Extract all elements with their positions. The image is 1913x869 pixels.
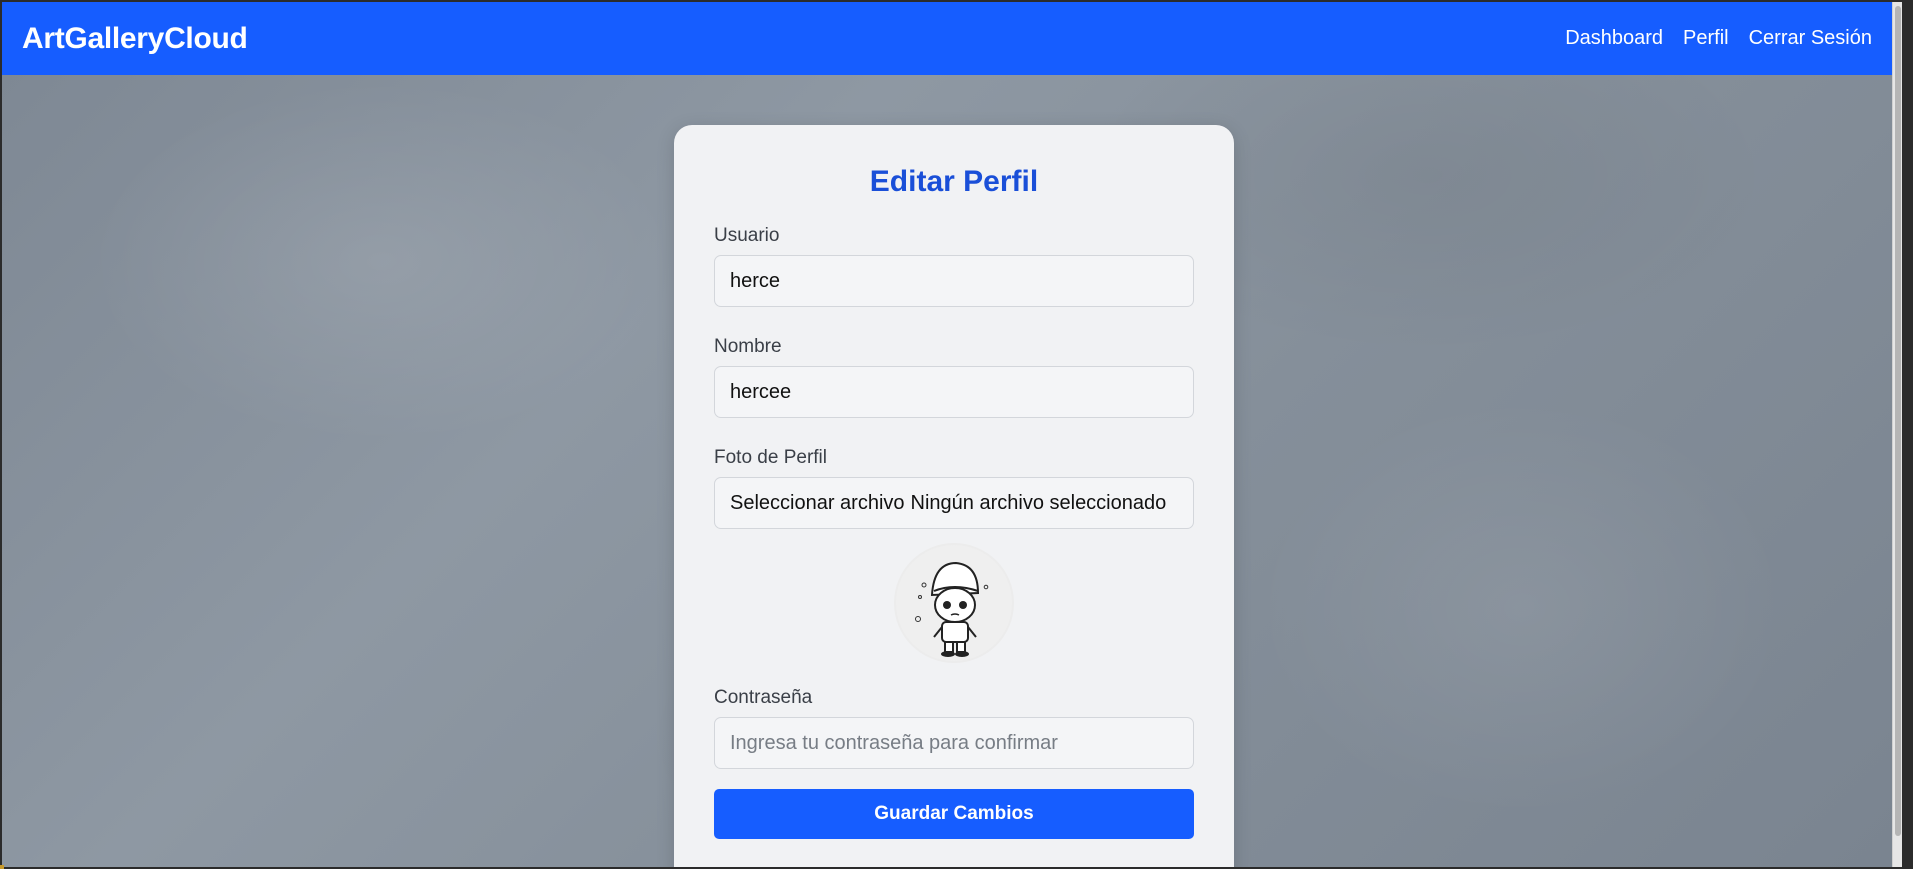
password-label: Contraseña xyxy=(714,687,813,708)
vertical-scrollbar[interactable] xyxy=(1892,2,1902,867)
nav-links: Dashboard Perfil Cerrar Sesión xyxy=(1565,27,1872,50)
nav-link-perfil[interactable]: Perfil xyxy=(1683,27,1729,50)
avatar-preview xyxy=(714,543,1194,663)
top-navbar: ArtGalleryCloud Dashboard Perfil Cerrar … xyxy=(2,2,1892,75)
nav-link-dashboard[interactable]: Dashboard xyxy=(1565,27,1663,50)
edit-profile-card: Editar Perfil Usuario Nombre Foto de Per… xyxy=(674,125,1234,867)
name-label: Nombre xyxy=(714,336,782,357)
select-file-button[interactable]: Seleccionar archivo xyxy=(730,492,905,515)
corner-marker xyxy=(0,865,4,869)
cartoon-avatar-icon xyxy=(894,543,1014,663)
name-input[interactable] xyxy=(714,366,1194,418)
username-label: Usuario xyxy=(714,225,780,246)
save-changes-button[interactable]: Guardar Cambios xyxy=(714,789,1194,839)
photo-label: Foto de Perfil xyxy=(714,447,827,468)
page-title: Editar Perfil xyxy=(869,165,1039,198)
browser-viewport: ArtGalleryCloud Dashboard Perfil Cerrar … xyxy=(2,2,1902,867)
password-input[interactable] xyxy=(714,717,1194,769)
nav-link-cerrar-sesion[interactable]: Cerrar Sesión xyxy=(1749,27,1872,50)
file-status-text: Ningún archivo seleccionado xyxy=(910,491,1167,514)
scrollbar-thumb[interactable] xyxy=(1895,6,1901,836)
username-input[interactable] xyxy=(714,255,1194,307)
profile-photo-file-input[interactable]: Seleccionar archivo Ningún archivo selec… xyxy=(714,477,1194,529)
brand-logo[interactable]: ArtGalleryCloud xyxy=(22,22,248,56)
